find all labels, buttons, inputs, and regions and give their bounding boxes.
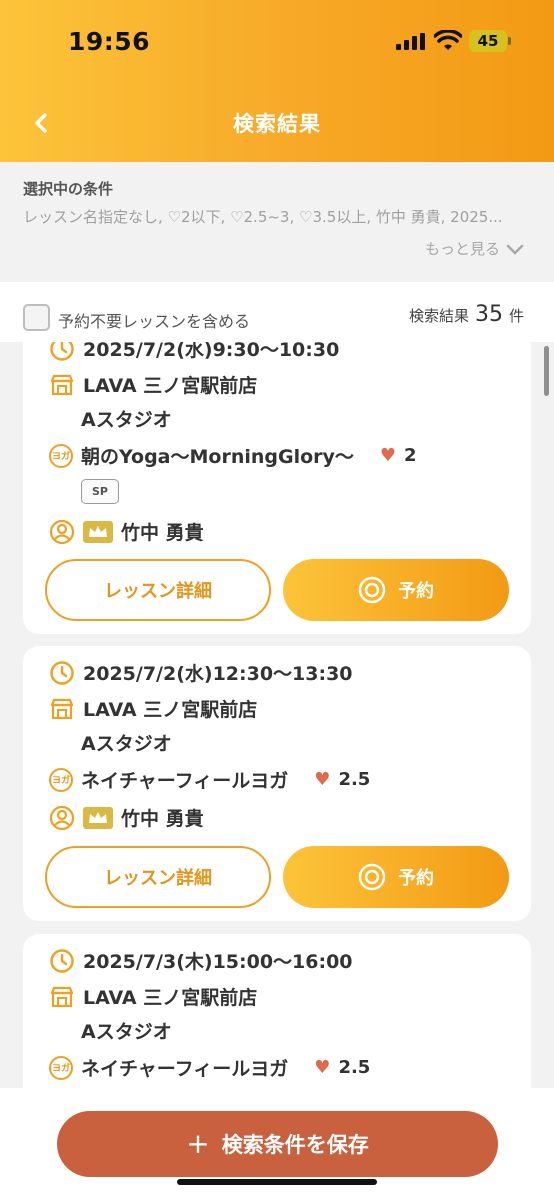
store-icon	[49, 372, 75, 398]
crown-icon	[83, 520, 113, 543]
clock-icon	[49, 660, 75, 686]
battery-indicator: 45	[469, 30, 507, 52]
home-indicator	[177, 1179, 377, 1185]
result-number: 35	[474, 302, 503, 327]
sp-badge: SP	[81, 479, 119, 504]
lesson-datetime: 2025/7/2(水)12:30〜13:30	[83, 663, 353, 685]
conditions-text: レッスン名指定なし, ♡2以下, ♡2.5~3, ♡3.5以上, 竹中 勇貴, …	[23, 208, 503, 226]
heart-icon: ♥	[314, 769, 331, 790]
lesson-card: 2025/7/3(木)15:00〜16:00 LAVA 三ノ宮駅前店 Aスタジオ…	[23, 934, 531, 1088]
status-time: 19:56	[68, 27, 151, 56]
lesson-datetime: 2025/7/3(木)15:00〜16:00	[83, 951, 353, 973]
yoga-icon: ヨガ	[49, 767, 73, 792]
reserve-button[interactable]: 予約	[283, 559, 509, 621]
lesson-datetime: 2025/7/2(水)9:30〜10:30	[83, 342, 340, 361]
lesson-studio: LAVA 三ノ宮駅前店	[83, 699, 258, 721]
lesson-instructor: 竹中 勇貴	[121, 808, 204, 830]
scrollbar[interactable]	[544, 346, 549, 396]
save-search-label: 検索条件を保存	[221, 1133, 369, 1157]
lesson-room: Aスタジオ	[81, 733, 172, 755]
target-icon	[358, 863, 386, 891]
yoga-icon: ヨガ	[49, 1055, 73, 1080]
lesson-instructor: 竹中 勇貴	[121, 522, 204, 544]
status-bar: 19:56 45	[0, 0, 554, 80]
lesson-card: 2025/7/2(水)9:30〜10:30 LAVA 三ノ宮駅前店 Aスタジオ …	[23, 342, 531, 634]
lesson-rating: 2	[404, 445, 417, 466]
user-icon	[49, 805, 75, 831]
user-icon	[49, 519, 75, 545]
crown-icon	[83, 806, 113, 829]
store-icon	[49, 984, 75, 1010]
save-search-button[interactable]: + 検索条件を保存	[57, 1111, 498, 1177]
reserve-label: 予約	[398, 868, 434, 889]
heart-icon: ♥	[379, 445, 397, 466]
store-icon	[49, 696, 75, 722]
lesson-detail-button[interactable]: レッスン詳細	[45, 846, 271, 908]
lesson-room: Aスタジオ	[81, 1021, 172, 1043]
show-more-label: もっと見る	[424, 240, 500, 258]
battery-tip	[508, 37, 511, 45]
wifi-icon	[434, 30, 462, 50]
plus-icon: +	[186, 1127, 210, 1160]
yoga-icon: ヨガ	[49, 443, 73, 468]
lesson-room: Aスタジオ	[81, 409, 172, 431]
checkbox-label: 予約不要レッスンを含める	[58, 312, 251, 331]
conditions-label: 選択中の条件	[23, 180, 114, 198]
lesson-program: ネイチャーフィールヨガ	[81, 770, 289, 792]
target-icon	[358, 576, 386, 604]
result-prefix: 検索結果	[408, 307, 469, 325]
lesson-card: 2025/7/2(水)12:30〜13:30 LAVA 三ノ宮駅前店 Aスタジオ…	[23, 646, 531, 921]
lesson-detail-button[interactable]: レッスン詳細	[45, 559, 271, 621]
lesson-list[interactable]: 2025/7/2(水)9:30〜10:30 LAVA 三ノ宮駅前店 Aスタジオ …	[0, 342, 554, 1088]
clock-icon	[49, 948, 75, 974]
reserve-button[interactable]: 予約	[283, 846, 509, 908]
result-count: 検索結果 35 件	[409, 302, 524, 327]
cellular-signal-icon	[396, 33, 425, 50]
lesson-program: ネイチャーフィールヨガ	[81, 1058, 289, 1080]
lesson-studio: LAVA 三ノ宮駅前店	[83, 375, 258, 397]
lesson-studio: LAVA 三ノ宮駅前店	[83, 987, 258, 1009]
lesson-rating: 2.5	[338, 1057, 371, 1078]
result-suffix: 件	[508, 307, 524, 325]
header: 19:56 45 検索結果	[0, 0, 554, 162]
clock-icon	[49, 342, 75, 362]
heart-icon: ♥	[314, 1057, 331, 1078]
include-no-reservation-checkbox[interactable]	[23, 304, 50, 331]
show-more-link[interactable]: もっと見る	[425, 238, 524, 259]
chevron-down-icon	[506, 244, 524, 255]
reserve-label: 予約	[398, 581, 434, 602]
lesson-program: 朝のYoga〜MorningGlory〜	[81, 446, 354, 468]
page-title: 検索結果	[233, 112, 321, 136]
filter-row: 予約不要レッスンを含める 検索結果 35 件	[0, 282, 554, 342]
selected-conditions-panel: 選択中の条件 レッスン名指定なし, ♡2以下, ♡2.5~3, ♡3.5以上, …	[0, 162, 554, 282]
lesson-rating: 2.5	[338, 769, 371, 790]
